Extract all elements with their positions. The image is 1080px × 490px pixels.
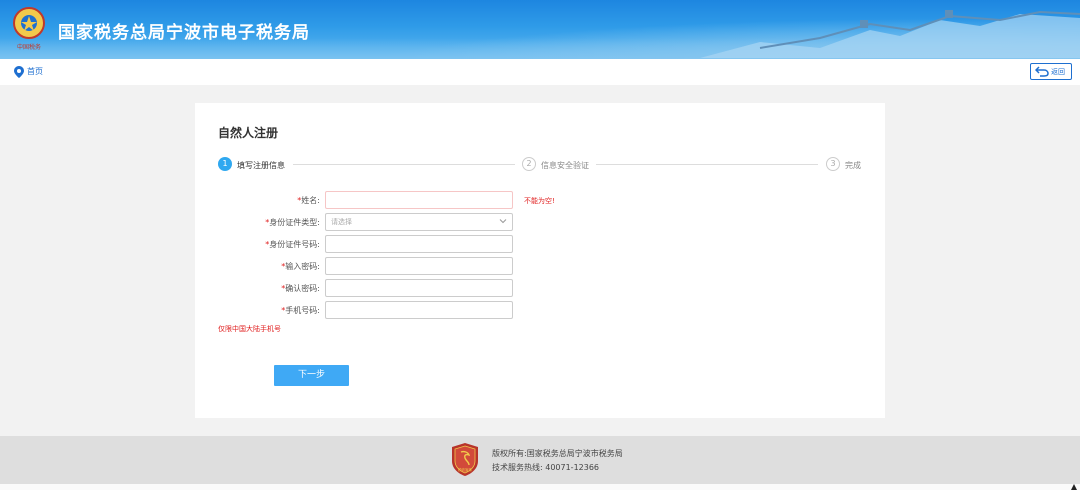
confirm-password-input[interactable] (325, 279, 513, 297)
page-title: 自然人注册 (218, 126, 279, 140)
next-step-button[interactable]: 下一步 (274, 365, 349, 386)
phone-label: *手机号码: (281, 306, 320, 315)
id-number-input[interactable] (325, 235, 513, 253)
bottom-strip (0, 484, 1080, 490)
step-2-indicator: 2 (522, 157, 536, 171)
name-error-message: 不能为空! (524, 197, 555, 205)
tax-emblem-icon: 中国税务 (13, 7, 45, 51)
emblem-text: 中国税务 (17, 43, 41, 51)
location-pin-icon (14, 66, 24, 78)
footer-logo-text: 税收宣传 (458, 467, 472, 472)
confirm-password-label: *确认密码: (281, 284, 320, 293)
step-3-indicator: 3 (826, 157, 840, 171)
mouse-cursor-icon (1071, 484, 1077, 490)
id-type-placeholder: 请选择 (331, 218, 352, 226)
id-type-label: *身份证件类型: (265, 218, 320, 227)
step-connector-2 (596, 164, 818, 165)
step-3-label: 完成 (845, 161, 861, 170)
back-button-label: 返回 (1051, 68, 1065, 76)
breadcrumb-bar: 首页 (0, 59, 1080, 85)
step-connector-1 (293, 164, 515, 165)
back-arrow-icon (1035, 66, 1049, 77)
phone-hint: 仅限中国大陆手机号 (218, 325, 281, 333)
id-type-select[interactable]: 请选择 (325, 213, 513, 231)
header-banner: 中国税务 国家税务总局宁波市电子税务局 (0, 0, 1080, 59)
password-input[interactable] (325, 257, 513, 275)
name-input[interactable] (325, 191, 513, 209)
chevron-down-icon (499, 219, 507, 224)
back-button[interactable]: 返回 (1030, 63, 1072, 80)
copyright-text: 版权所有:国家税务总局宁波市税务局 (492, 449, 623, 458)
password-label: *输入密码: (281, 262, 320, 271)
great-wall-illustration (700, 10, 1080, 58)
step-2-label: 信息安全验证 (541, 161, 589, 170)
site-title: 国家税务总局宁波市电子税务局 (58, 23, 310, 43)
step-1-indicator: 1 (218, 157, 232, 171)
id-number-label: *身份证件号码: (265, 240, 320, 249)
hotline-text: 技术服务热线: 40071-12366 (492, 463, 600, 472)
tax-shield-logo-icon: 税收宣传 (452, 443, 478, 476)
breadcrumb-home-link[interactable]: 首页 (27, 66, 43, 77)
phone-input[interactable] (325, 301, 513, 319)
footer (0, 436, 1080, 484)
step-1-label: 填写注册信息 (237, 161, 285, 170)
name-label: *姓名: (297, 196, 320, 205)
